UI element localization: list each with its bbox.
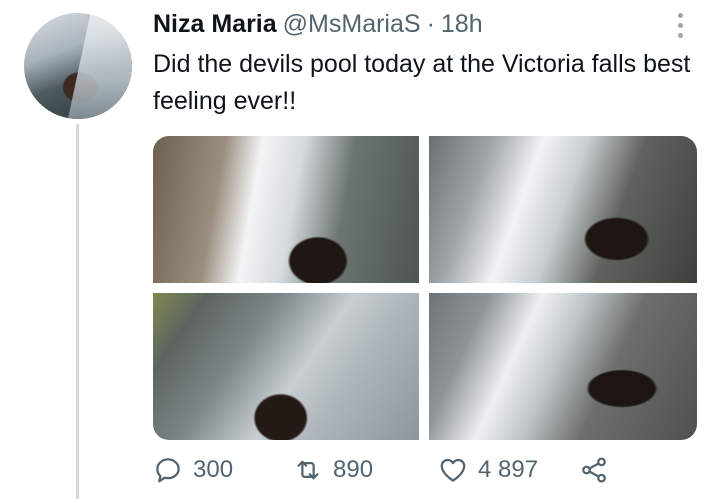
author-name[interactable]: Niza Maria (153, 10, 277, 39)
tweet-text: Did the devils pool today at the Victori… (153, 50, 691, 115)
reply-count: 300 (193, 456, 234, 483)
reply-icon (156, 458, 180, 483)
like-count: 4 897 (478, 456, 539, 483)
author-handle[interactable]: @MsMariaS (283, 10, 421, 39)
photo-4[interactable] (429, 293, 697, 440)
like-button[interactable]: 4 897 (438, 450, 538, 490)
thread-line (76, 124, 79, 499)
reply-button[interactable]: 300 (153, 450, 233, 490)
photo-1[interactable] (153, 136, 419, 283)
more-vertical-icon[interactable] (670, 10, 690, 40)
retweet-icon (297, 460, 319, 480)
avatar[interactable] (24, 13, 132, 119)
retweet-button[interactable]: 890 (293, 450, 373, 490)
share-icon (582, 457, 606, 483)
heart-icon (440, 458, 466, 482)
retweet-count: 890 (333, 456, 374, 483)
photo-2[interactable] (429, 136, 697, 283)
timestamp[interactable]: 18h (441, 10, 483, 39)
media-grid (153, 136, 697, 440)
separator: · (426, 9, 435, 38)
photo-3[interactable] (153, 293, 419, 440)
tweet-header: Niza Maria @MsMariaS · 18h (153, 7, 483, 41)
action-bar: 300 890 4 897 (153, 450, 673, 490)
share-button[interactable] (579, 450, 609, 490)
